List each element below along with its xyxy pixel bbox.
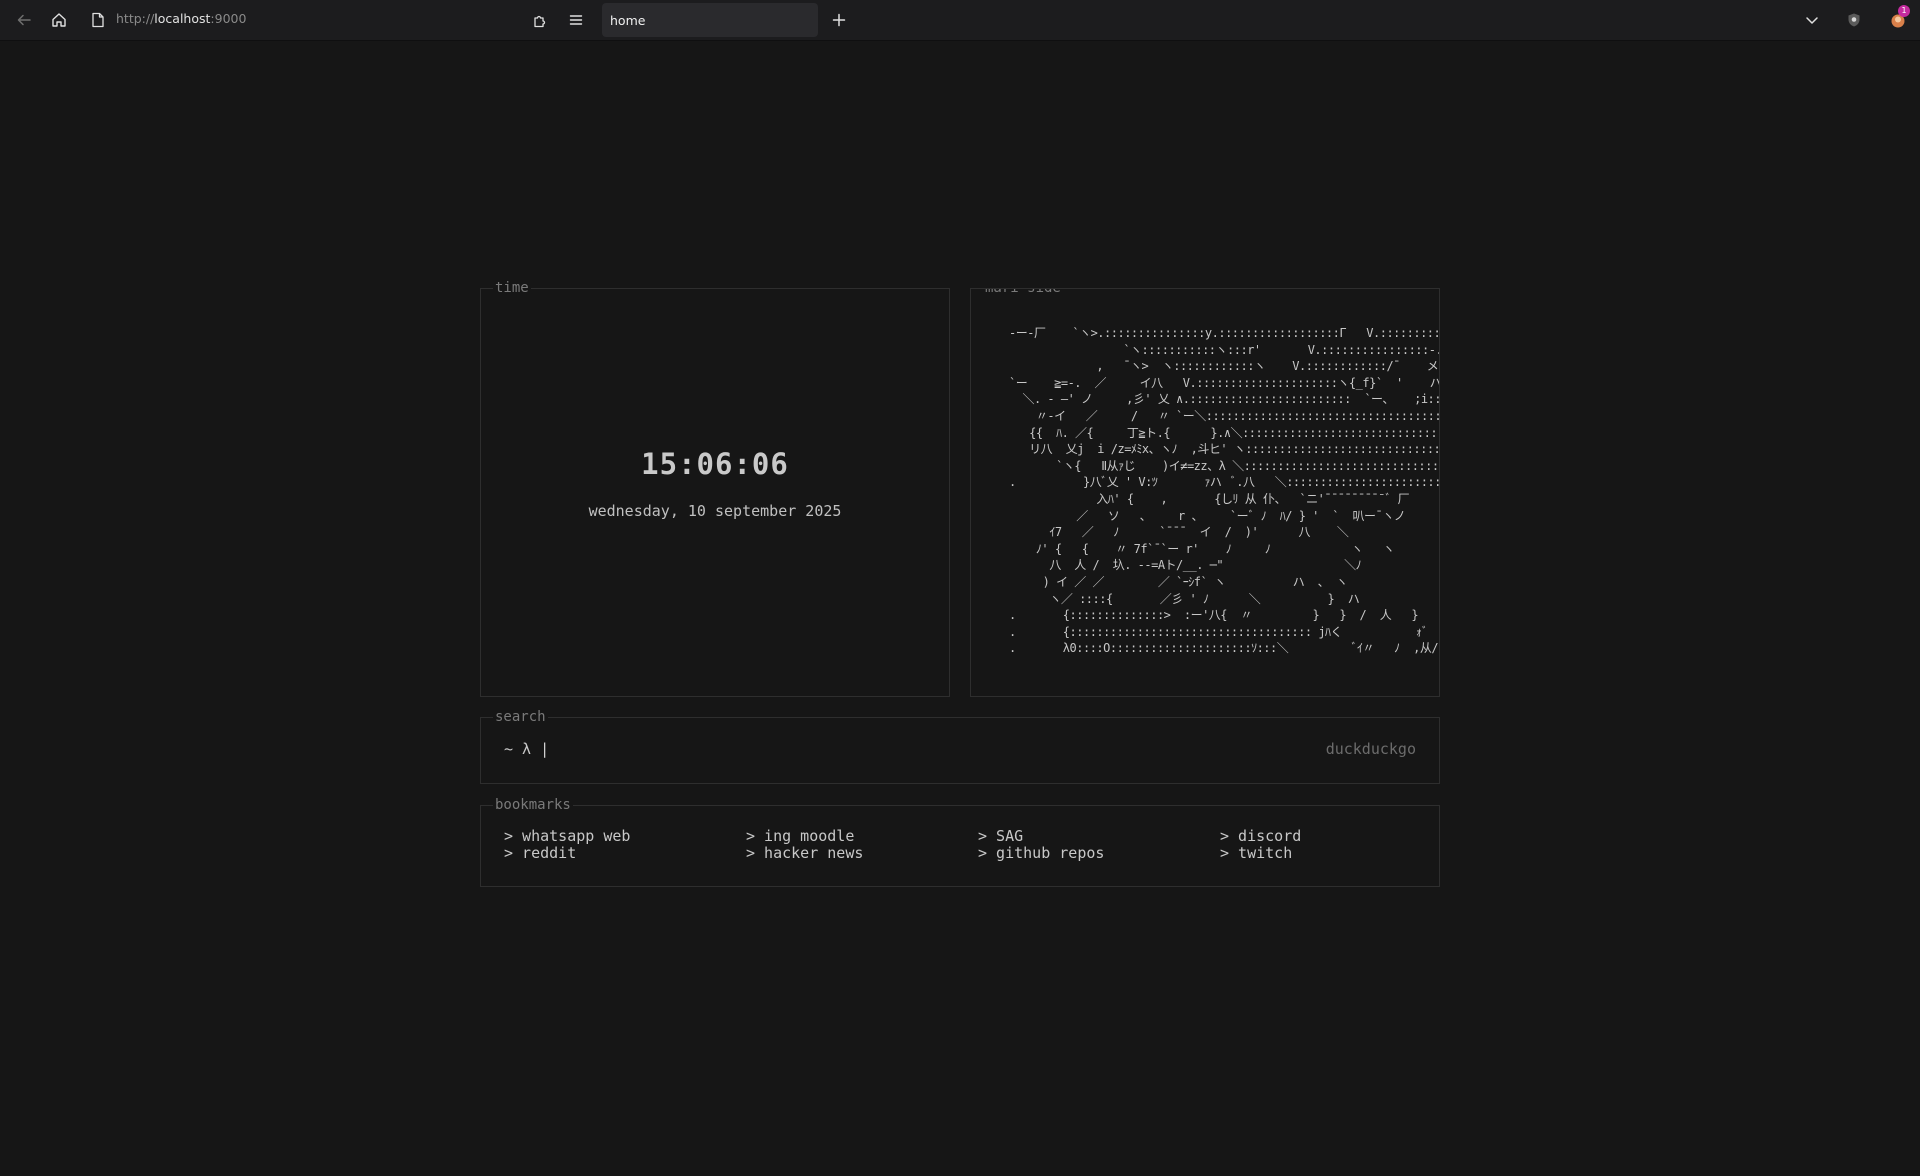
search-panel[interactable]: search ~ λ | duckduckgo xyxy=(480,708,1440,784)
extension-badge: 1 xyxy=(1898,5,1910,17)
plus-icon[interactable] xyxy=(827,8,851,32)
browser-toolbar: http://localhost:9000 home 1 xyxy=(0,0,1920,41)
back-arrow-icon[interactable] xyxy=(12,8,36,32)
puzzle-icon[interactable] xyxy=(528,8,552,32)
bookmarks-panel: bookmarks > whatsapp web > ing moodle > … xyxy=(480,796,1440,887)
time-panel: time 15:06:06 wednesday, 10 september 20… xyxy=(480,279,950,697)
search-engine-label: duckduckgo xyxy=(1325,740,1416,758)
bookmark-discord[interactable]: > discord xyxy=(1220,828,1301,845)
art-panel: mari side -ー‐厂 `ヽ>.:::::::::::::::у.::::… xyxy=(970,288,1440,697)
shield-extension-icon[interactable] xyxy=(1842,8,1866,32)
page-icon xyxy=(86,8,110,32)
ascii-art: -ー‐厂 `ヽ>.:::::::::::::::у.::::::::::::::… xyxy=(1009,326,1440,656)
bookmark-sag[interactable]: > SAG xyxy=(978,828,1023,845)
bookmark-reddit[interactable]: > reddit xyxy=(504,845,576,862)
clock-display: 15:06:06 xyxy=(641,447,789,481)
tab-home[interactable]: home xyxy=(602,3,818,37)
avatar-extension-icon[interactable]: 1 xyxy=(1886,5,1910,32)
bookmark-github-repos[interactable]: > github repos xyxy=(978,845,1104,862)
url-scheme: http:// xyxy=(116,11,155,26)
bookmark-whatsapp-web[interactable]: > whatsapp web xyxy=(504,828,630,845)
search-prompt: ~ λ xyxy=(504,740,541,758)
url-port: :9000 xyxy=(210,11,247,26)
search-input[interactable]: ~ λ | xyxy=(504,740,549,758)
bookmarks-panel-legend: bookmarks xyxy=(493,796,573,814)
date-display: wednesday, 10 september 2025 xyxy=(588,502,842,520)
time-panel-legend: time xyxy=(493,279,531,297)
url-bar[interactable]: http://localhost:9000 xyxy=(116,11,246,26)
art-panel-legend: mari side xyxy=(983,289,1063,297)
chevron-down-icon[interactable] xyxy=(1800,8,1824,32)
bookmark-hacker-news[interactable]: > hacker news xyxy=(746,845,863,862)
text-caret: | xyxy=(540,740,550,758)
home-icon[interactable] xyxy=(47,8,71,32)
bookmark-ing-moodle[interactable]: > ing moodle xyxy=(746,828,854,845)
bookmark-twitch[interactable]: > twitch xyxy=(1220,845,1292,862)
hamburger-menu-icon[interactable] xyxy=(564,8,588,32)
tab-title: home xyxy=(610,12,646,28)
url-host: localhost xyxy=(154,11,211,26)
search-panel-legend: search xyxy=(493,708,548,726)
